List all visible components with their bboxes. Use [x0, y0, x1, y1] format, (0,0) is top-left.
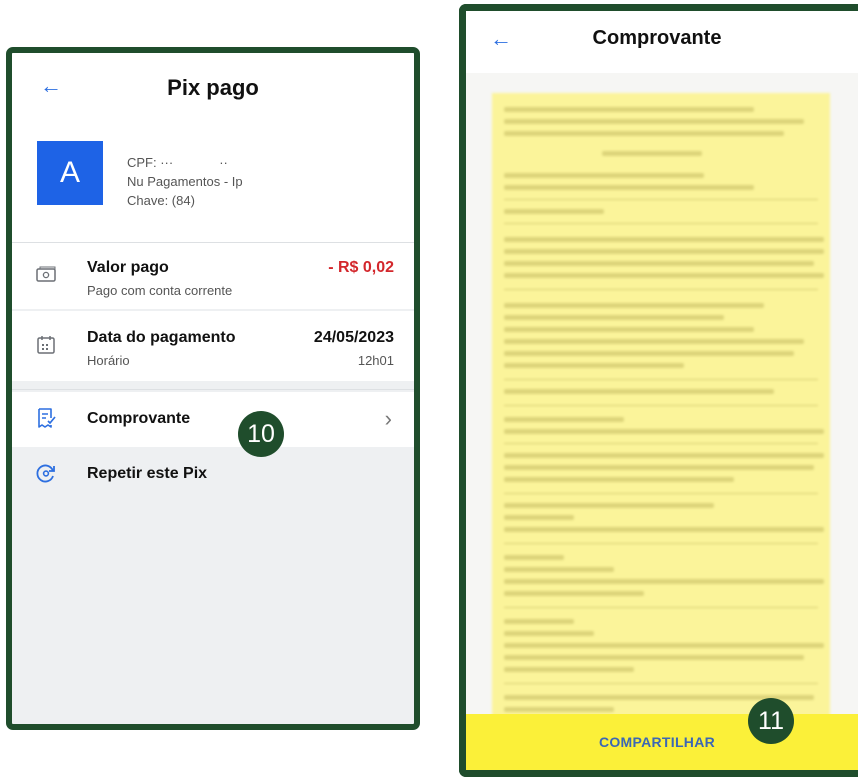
- receipt-divider: [504, 379, 818, 380]
- valor-pago-row: Valor pago Pago com conta corrente - R$ …: [12, 245, 414, 309]
- repeat-icon: [36, 464, 55, 483]
- receipt-line: [504, 261, 814, 266]
- receipt-line: [504, 567, 614, 572]
- valor-pago-subtitle: Pago com conta corrente: [87, 283, 233, 298]
- data-pagamento-label: Data do pagamento: [87, 329, 236, 346]
- receipt-line: [504, 303, 764, 308]
- receipt-line: [504, 631, 594, 636]
- divider: [12, 389, 414, 390]
- comprovante-label: Comprovante: [87, 410, 191, 427]
- receipt-line: [504, 389, 774, 394]
- receipt-line: [504, 515, 574, 520]
- receipt-line: [504, 107, 754, 112]
- receipt-line: [504, 477, 734, 482]
- receipt-line: [504, 643, 824, 648]
- money-icon: [36, 266, 56, 282]
- receipt-line: [504, 465, 814, 470]
- receipt-line: [504, 119, 804, 124]
- receipt-divider: [504, 405, 818, 406]
- receipt-line: [504, 351, 794, 356]
- receipt-divider: [504, 493, 818, 494]
- page-title: Comprovante: [592, 27, 722, 49]
- receipt-line: [504, 619, 574, 624]
- repetir-pix-row[interactable]: Repetir este Pix: [12, 449, 414, 501]
- receipt-line: [504, 707, 614, 712]
- receipt-line: [504, 591, 644, 596]
- receipt-line: [504, 273, 824, 278]
- receipt-divider: [504, 543, 818, 544]
- receipt-document: [492, 93, 830, 733]
- step-badge-11: 11: [748, 698, 794, 744]
- repetir-pix-label: Repetir este Pix: [87, 465, 208, 482]
- receipt-divider: [504, 683, 818, 684]
- receipt-line: [504, 667, 634, 672]
- receipt-line: [504, 363, 684, 368]
- receipt-divider: [504, 443, 818, 444]
- receipt-line: [504, 173, 704, 178]
- comprovante-screen: ← Comprovante COMPARTILHAR: [459, 4, 858, 777]
- valor-pago-label: Valor pago: [87, 259, 169, 276]
- receipt-line: [504, 527, 824, 532]
- receipt-line: [504, 315, 724, 320]
- share-button[interactable]: COMPARTILHAR: [466, 714, 858, 770]
- payment-date: 24/05/2023: [313, 329, 394, 346]
- receipt-divider: [504, 199, 818, 200]
- payee-cpf: CPF: ···: [127, 155, 174, 170]
- receipt-line: [504, 429, 824, 434]
- receipt-line: [504, 655, 804, 660]
- receipt-line: [504, 417, 624, 422]
- valor-pago-amount: - R$ 0,02: [328, 259, 394, 276]
- payee-key: Chave: (84): [127, 193, 195, 208]
- header-area: ← Comprovante: [466, 11, 858, 73]
- comprovante-row[interactable]: Comprovante ›: [12, 392, 414, 447]
- receipt-line: [504, 185, 754, 190]
- receipt-line: [504, 237, 824, 242]
- payee-cpf-suffix: ··: [219, 155, 228, 170]
- receipt-divider: [504, 607, 818, 608]
- receipt-line: [504, 503, 714, 508]
- page-title: Pix pago: [167, 75, 259, 100]
- receipt-line: [504, 131, 784, 136]
- horario-label: Horário: [87, 353, 130, 368]
- receipt-line: [504, 453, 824, 458]
- data-pagamento-row: Data do pagamento Horário 24/05/2023 12h…: [12, 311, 414, 381]
- receipt-line: [504, 209, 604, 214]
- share-button-label: COMPARTILHAR: [598, 734, 716, 750]
- receipt-line: [504, 579, 824, 584]
- receipt-divider: [504, 223, 818, 224]
- chevron-right-icon: ›: [384, 406, 392, 431]
- avatar: A: [37, 141, 103, 205]
- receipt-divider: [504, 289, 818, 290]
- receipt-line: [504, 339, 804, 344]
- calendar-icon: [37, 336, 55, 354]
- step-badge-10: 10: [238, 411, 284, 457]
- payee-details: CPF: ··· ·· Nu Pagamentos - Ip Chave: (84…: [127, 153, 243, 210]
- receipt-icon: [38, 408, 56, 428]
- receipt-line: [504, 249, 824, 254]
- payment-time: 12h01: [357, 353, 394, 368]
- divider: [12, 242, 414, 243]
- receipt-line: [504, 327, 754, 332]
- receipt-line: [602, 151, 702, 156]
- pix-pago-screen: ← Pix pago A CPF: ··· ·· Nu Pagamentos - …: [6, 47, 420, 730]
- payee-institution: Nu Pagamentos - Ip: [127, 174, 243, 189]
- receipt-line: [504, 555, 564, 560]
